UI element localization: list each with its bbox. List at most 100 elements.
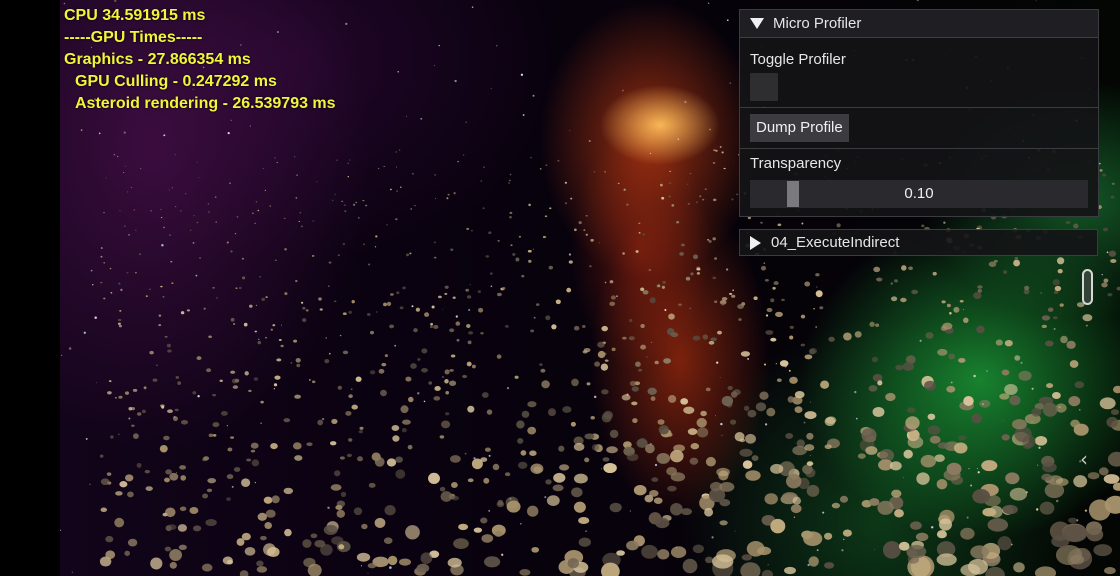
star <box>83 331 86 334</box>
star <box>522 114 525 116</box>
asteroid <box>644 494 654 503</box>
asteroid <box>389 293 394 296</box>
asteroid <box>441 420 451 429</box>
asteroid <box>776 378 782 382</box>
star <box>389 566 392 569</box>
star <box>711 536 714 539</box>
asteroid <box>972 489 991 504</box>
asteroid <box>338 544 345 550</box>
star <box>339 334 342 337</box>
asteroid <box>682 558 698 574</box>
asteroid <box>293 339 298 343</box>
asteroid <box>946 385 956 393</box>
asteroid <box>566 287 572 293</box>
asteroid <box>496 292 502 297</box>
asteroid <box>222 556 233 565</box>
asteroid <box>1099 169 1103 172</box>
asteroid <box>198 177 200 179</box>
star <box>395 166 397 168</box>
asteroid <box>915 532 929 542</box>
asteroid <box>262 167 265 170</box>
asteroid <box>376 519 384 527</box>
asteroid <box>936 530 947 539</box>
asteroid <box>395 456 403 463</box>
asteroid <box>117 322 121 325</box>
asteroid <box>135 229 137 231</box>
asteroid <box>876 277 883 282</box>
asteroid <box>690 443 700 450</box>
asteroid <box>670 332 679 338</box>
transparency-value: 0.10 <box>904 185 934 202</box>
asteroid <box>540 368 546 373</box>
star <box>532 94 535 97</box>
asteroid <box>1073 223 1079 229</box>
star <box>501 553 504 556</box>
asteroid <box>263 496 273 504</box>
sample-panel-header[interactable]: 04_ExecuteIndirect <box>739 229 1098 256</box>
asteroid <box>685 276 691 281</box>
transparency-slider[interactable]: 0.10 <box>750 180 1088 208</box>
asteroid <box>942 322 953 330</box>
asteroid <box>574 228 577 232</box>
asteroid <box>679 252 684 256</box>
asteroid <box>133 209 135 211</box>
star <box>352 203 356 206</box>
asteroid <box>413 328 418 333</box>
asteroid <box>770 337 777 342</box>
asteroid <box>203 456 210 461</box>
asteroid <box>689 457 699 465</box>
scrollbar-handle[interactable] <box>1082 269 1093 305</box>
asteroid <box>759 391 769 400</box>
star <box>765 314 769 317</box>
asteroid <box>115 491 123 496</box>
star <box>721 434 723 436</box>
asteroid <box>578 221 582 225</box>
asteroid <box>124 225 126 227</box>
star <box>803 421 806 424</box>
asteroid <box>480 332 484 335</box>
asteroid <box>118 324 122 328</box>
star <box>1002 420 1004 421</box>
star <box>309 379 311 381</box>
star <box>593 395 597 399</box>
star <box>254 481 257 484</box>
asteroid <box>395 469 406 479</box>
asteroid <box>506 500 521 513</box>
star <box>616 295 618 298</box>
asteroid <box>927 413 936 420</box>
asteroid <box>960 527 975 540</box>
asteroid <box>333 300 337 303</box>
asteroid <box>1009 395 1021 406</box>
chevron-left-icon[interactable]: ‹ <box>1080 447 1088 471</box>
asteroid <box>107 391 112 395</box>
asteroid <box>745 433 756 444</box>
asteroid <box>781 298 785 302</box>
asteroid <box>256 560 264 567</box>
asteroid <box>421 368 428 373</box>
asteroid <box>383 302 387 307</box>
asteroid <box>692 254 699 260</box>
asteroid <box>271 495 280 504</box>
dump-profile-button[interactable]: Dump Profile <box>750 114 849 142</box>
star <box>890 282 893 285</box>
asteroid <box>1005 472 1020 485</box>
asteroid <box>549 207 552 210</box>
asteroid <box>968 558 988 575</box>
micro-profiler-header[interactable]: Micro Profiler <box>740 10 1098 38</box>
star <box>215 221 217 223</box>
asteroid <box>661 285 666 289</box>
asteroid <box>958 357 966 363</box>
asteroid <box>103 212 105 214</box>
star <box>841 549 844 552</box>
asteroid <box>410 363 417 369</box>
asteroid <box>857 453 866 459</box>
asteroid <box>312 220 315 222</box>
toggle-profiler-checkbox[interactable] <box>750 73 778 101</box>
asteroid <box>719 520 728 526</box>
asteroid <box>380 389 387 397</box>
asteroid <box>789 325 794 329</box>
asteroid <box>295 357 301 363</box>
asteroid <box>405 376 412 382</box>
asteroid <box>670 546 687 558</box>
asteroid <box>444 369 450 375</box>
